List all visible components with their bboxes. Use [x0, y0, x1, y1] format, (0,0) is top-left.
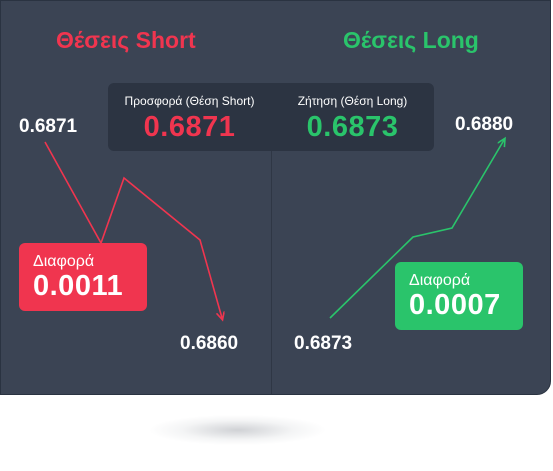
quote-box: Προσφορά (Θέση Short) 0.6871 Ζήτηση (Θέσ… — [108, 83, 434, 151]
bid-quote: Ζήτηση (Θέση Long) 0.6873 — [271, 83, 434, 151]
bid-value: 0.6873 — [306, 111, 399, 143]
long-difference-label: Διαφορά — [409, 272, 471, 289]
offer-quote: Προσφορά (Θέση Short) 0.6871 — [108, 83, 271, 151]
long-difference-badge: Διαφορά 0.0007 — [395, 262, 523, 330]
offer-label: Προσφορά (Θέση Short) — [124, 94, 255, 108]
long-positions-title: Θέσεις Long — [343, 27, 479, 53]
card-shadow — [150, 415, 325, 445]
short-difference-value: 0.0011 — [33, 270, 124, 302]
offer-value: 0.6871 — [143, 111, 236, 143]
short-end-price: 0.6860 — [180, 333, 239, 354]
trade-comparison-panel: Θέσεις Short Θέσεις Long Προσφορά (Θέση … — [0, 0, 551, 395]
long-start-price: 0.6873 — [294, 333, 353, 354]
short-start-price: 0.6871 — [19, 116, 78, 137]
center-divider — [271, 151, 272, 394]
short-positions-title: Θέσεις Short — [56, 27, 196, 53]
bid-label: Ζήτηση (Θέση Long) — [297, 94, 408, 108]
short-difference-label: Διαφορά — [33, 253, 95, 270]
long-end-price: 0.6880 — [455, 114, 514, 135]
long-difference-value: 0.0007 — [409, 289, 501, 321]
short-difference-badge: Διαφορά 0.0011 — [19, 243, 147, 311]
